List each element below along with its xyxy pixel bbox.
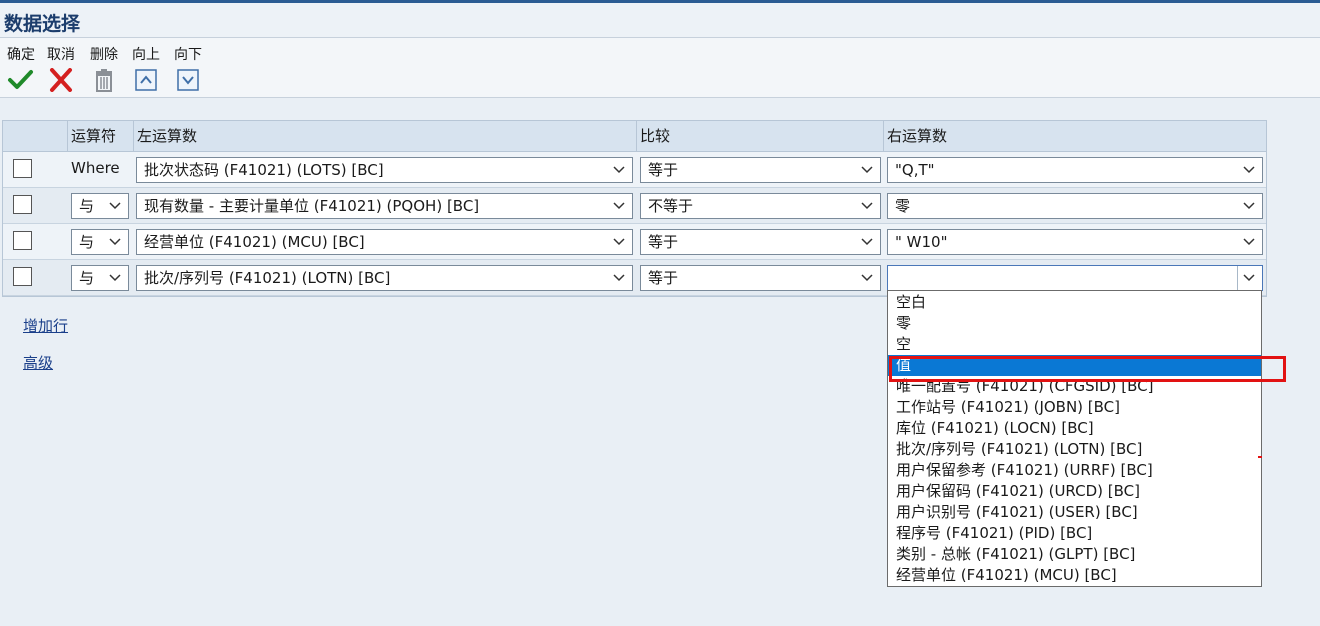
dropdown-option[interactable]: 零 bbox=[888, 313, 1261, 334]
dropdown-option[interactable]: 空 bbox=[888, 334, 1261, 355]
annotation-mark bbox=[1258, 456, 1262, 458]
header-left-operand: 左运算数 bbox=[134, 121, 637, 151]
close-icon bbox=[50, 68, 72, 92]
compare-value: 不等于 bbox=[648, 197, 694, 215]
compare-value: 等于 bbox=[648, 161, 679, 179]
right-operand-value: 零 bbox=[895, 197, 911, 215]
header-right-operand: 右运算数 bbox=[887, 127, 948, 145]
cancel-button[interactable]: 取消 bbox=[46, 44, 76, 92]
operator-value: 与 bbox=[79, 233, 95, 251]
criteria-grid: 运算符 左运算数 比较 右运算数 Where 批次状态码 (F41021) (L… bbox=[2, 120, 1267, 297]
operator-select[interactable]: 与 bbox=[71, 265, 129, 291]
operator-select[interactable]: 与 bbox=[71, 193, 129, 219]
chevron-down-icon bbox=[109, 202, 121, 210]
row-checkbox[interactable] bbox=[13, 159, 32, 178]
window-title: 数据选择 bbox=[4, 13, 81, 35]
left-operand-select[interactable]: 经营单位 (F41021) (MCU) [BC] bbox=[136, 229, 633, 255]
dropdown-option[interactable]: 类别 - 总帐 (F41021) (GLPT) [BC] bbox=[888, 544, 1261, 565]
chevron-down-icon bbox=[861, 202, 873, 210]
move-up-button[interactable]: 向上 bbox=[130, 44, 162, 92]
table-row: Where 批次状态码 (F41021) (LOTS) [BC] 等于 "Q,T… bbox=[3, 152, 1266, 188]
cancel-label: 取消 bbox=[47, 47, 75, 63]
arrow-down-icon bbox=[177, 69, 199, 91]
left-operand-select[interactable]: 现有数量 - 主要计量单位 (F41021) (PQOH) [BC] bbox=[136, 193, 633, 219]
chevron-down-icon bbox=[109, 238, 121, 246]
move-down-button[interactable]: 向下 bbox=[172, 44, 204, 92]
confirm-label: 确定 bbox=[7, 47, 35, 63]
move-down-label: 向下 bbox=[174, 47, 202, 63]
highlight-annotation bbox=[889, 356, 1286, 382]
data-selection-dialog: 数据选择 确定 取消 删除 向上 向下 运算符 左运算数 比较 右运算数 Whe… bbox=[0, 0, 1320, 626]
chevron-down-icon bbox=[613, 274, 625, 282]
chevron-down-icon bbox=[1243, 238, 1255, 246]
left-operand-value: 现有数量 - 主要计量单位 (F41021) (PQOH) [BC] bbox=[144, 197, 480, 215]
left-operand-value: 批次状态码 (F41021) (LOTS) [BC] bbox=[144, 161, 384, 179]
compare-select[interactable]: 等于 bbox=[640, 265, 881, 291]
chevron-down-icon bbox=[861, 238, 873, 246]
chevron-down-icon bbox=[613, 166, 625, 174]
header-operator: 运算符 bbox=[68, 121, 134, 151]
arrow-up-icon bbox=[135, 69, 157, 91]
table-row: 与 现有数量 - 主要计量单位 (F41021) (PQOH) [BC] 不等于… bbox=[3, 188, 1266, 224]
header-select bbox=[3, 121, 68, 151]
move-up-label: 向上 bbox=[132, 47, 160, 63]
chevron-down-icon bbox=[1243, 274, 1255, 282]
toolbar: 确定 取消 删除 向上 向下 bbox=[0, 37, 1320, 98]
chevron-down-icon bbox=[1243, 166, 1255, 174]
right-operand-select[interactable]: "Q,T" bbox=[887, 157, 1263, 183]
dropdown-option[interactable]: 经营单位 (F41021) (MCU) [BC] bbox=[888, 565, 1261, 586]
chevron-down-icon bbox=[613, 202, 625, 210]
left-operand-value: 经营单位 (F41021) (MCU) [BC] bbox=[144, 233, 365, 251]
dropdown-option[interactable]: 工作站号 (F41021) (JOBN) [BC] bbox=[888, 397, 1261, 418]
right-operand-select[interactable]: 零 bbox=[887, 193, 1263, 219]
dropdown-option[interactable]: 库位 (F41021) (LOCN) [BC] bbox=[888, 418, 1261, 439]
compare-select[interactable]: 等于 bbox=[640, 157, 881, 183]
grid-body: Where 批次状态码 (F41021) (LOTS) [BC] 等于 "Q,T… bbox=[3, 152, 1266, 298]
grid-header: 运算符 左运算数 比较 右运算数 bbox=[3, 121, 1266, 152]
right-operand-value: " W10" bbox=[895, 233, 948, 251]
delete-label: 删除 bbox=[90, 47, 118, 63]
dropdown-option[interactable]: 用户保留码 (F41021) (URCD) [BC] bbox=[888, 481, 1261, 502]
dropdown-option[interactable]: 用户识别号 (F41021) (USER) [BC] bbox=[888, 502, 1261, 523]
compare-value: 等于 bbox=[648, 269, 679, 287]
dropdown-option[interactable]: 空白 bbox=[888, 292, 1261, 313]
advanced-link[interactable]: 高级 bbox=[23, 352, 53, 373]
table-row: 与 经营单位 (F41021) (MCU) [BC] 等于 " W10" bbox=[3, 224, 1266, 260]
operator-value: 与 bbox=[79, 197, 95, 215]
chevron-down-icon bbox=[861, 166, 873, 174]
left-operand-value: 批次/序列号 (F41021) (LOTN) [BC] bbox=[144, 269, 391, 287]
compare-select[interactable]: 不等于 bbox=[640, 193, 881, 219]
delete-button[interactable]: 删除 bbox=[87, 44, 121, 92]
compare-value: 等于 bbox=[648, 233, 679, 251]
operator-label: Where bbox=[71, 159, 120, 177]
row-checkbox[interactable] bbox=[13, 231, 32, 250]
operator-value: 与 bbox=[79, 269, 95, 287]
chevron-down-icon bbox=[613, 238, 625, 246]
trash-icon bbox=[96, 69, 112, 92]
right-operand-select-open[interactable] bbox=[887, 265, 1263, 291]
dropdown-option[interactable]: 批次/序列号 (F41021) (LOTN) [BC] bbox=[888, 439, 1261, 460]
checkmark-icon bbox=[8, 70, 33, 89]
dropdown-option[interactable]: 程序号 (F41021) (PID) [BC] bbox=[888, 523, 1261, 544]
left-operand-select[interactable]: 批次状态码 (F41021) (LOTS) [BC] bbox=[136, 157, 633, 183]
title-bar: 数据选择 bbox=[0, 0, 1320, 37]
operator-select[interactable]: 与 bbox=[71, 229, 129, 255]
chevron-down-icon bbox=[861, 274, 873, 282]
left-operand-select[interactable]: 批次/序列号 (F41021) (LOTN) [BC] bbox=[136, 265, 633, 291]
compare-select[interactable]: 等于 bbox=[640, 229, 881, 255]
confirm-button[interactable]: 确定 bbox=[4, 44, 38, 92]
right-operand-value: "Q,T" bbox=[895, 161, 935, 179]
chevron-down-icon bbox=[109, 274, 121, 282]
add-row-link[interactable]: 增加行 bbox=[23, 315, 68, 336]
right-operand-dropdown-list: 空白零空值唯一配置号 (F41021) (CFGSID) [BC] 工作站号 (F… bbox=[887, 290, 1262, 587]
right-operand-select[interactable]: " W10" bbox=[887, 229, 1263, 255]
header-compare: 比较 bbox=[637, 121, 884, 151]
row-checkbox[interactable] bbox=[13, 195, 32, 214]
chevron-down-icon bbox=[1243, 202, 1255, 210]
dropdown-option[interactable]: 用户保留参考 (F41021) (URRF) [BC] bbox=[888, 460, 1261, 481]
row-checkbox[interactable] bbox=[13, 267, 32, 286]
